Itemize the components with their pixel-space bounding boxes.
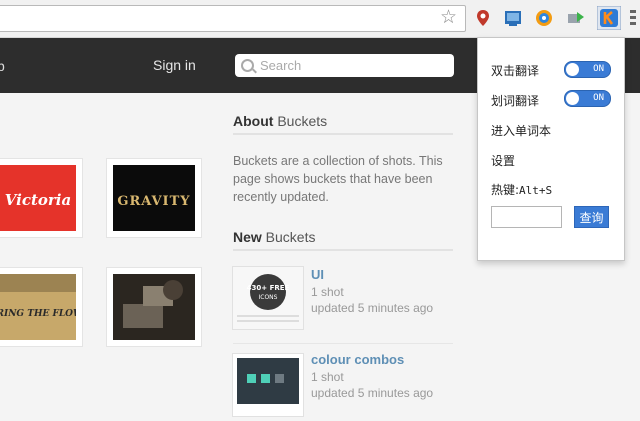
double-click-translate-label: 双击翻译 bbox=[491, 64, 540, 78]
ui-thumb-text: 430+ FREE bbox=[247, 284, 290, 292]
settings-link[interactable]: 设置 bbox=[491, 152, 515, 169]
about-description: Buckets are a collection of shots. This … bbox=[233, 154, 443, 204]
address-bar[interactable] bbox=[0, 5, 466, 32]
select-translate-toggle[interactable]: ON bbox=[564, 90, 611, 107]
hotkey-label: 热键: bbox=[491, 183, 520, 197]
word-query-input[interactable] bbox=[491, 206, 562, 228]
desk-photo-shot bbox=[113, 274, 195, 340]
bring-the-flow-shot: BRING THE FLOW bbox=[0, 274, 76, 340]
toggle-state: ON bbox=[593, 93, 604, 103]
ui-bucket-thumbnail: 430+ FREE ICONS bbox=[233, 267, 303, 329]
bucket-updated-colour-combos: updated 5 minutes ago bbox=[311, 386, 434, 400]
gravity-shot: GRAVITY bbox=[113, 165, 195, 231]
about-divider bbox=[233, 133, 453, 135]
shot-card-bring-the-flow[interactable]: BRING THE FLOW bbox=[0, 268, 82, 346]
colour-combos-thumbnail bbox=[233, 354, 303, 416]
new-buckets-divider bbox=[233, 249, 453, 251]
search-input[interactable]: Search bbox=[235, 54, 454, 77]
bring-the-flow-shot-text: BRING THE FLOW bbox=[0, 309, 76, 319]
double-click-translate-toggle[interactable]: ON bbox=[564, 61, 611, 78]
search-placeholder: Search bbox=[260, 58, 302, 73]
new-buckets-heading: New Buckets bbox=[233, 229, 316, 245]
gravity-shot-text: GRAVITY bbox=[117, 194, 190, 209]
translator-k-icon[interactable] bbox=[597, 6, 621, 30]
toggle-knob bbox=[566, 63, 579, 76]
select-translate-label: 划词翻译 bbox=[491, 94, 540, 108]
bucket-name-colour-combos[interactable]: colour combos bbox=[311, 352, 404, 367]
wordbook-link[interactable]: 进入单词本 bbox=[491, 122, 551, 139]
hotkey-info: 热键:Alt+S bbox=[491, 181, 552, 198]
toggle-state: ON bbox=[593, 64, 604, 74]
shot-card-desk-photo[interactable] bbox=[107, 268, 201, 346]
nav-link-partial[interactable]: p bbox=[0, 58, 5, 74]
victoria-shot: Victoria bbox=[0, 165, 76, 231]
map-pin-icon[interactable] bbox=[473, 8, 493, 28]
toggle-knob bbox=[566, 92, 579, 105]
bookmark-star-icon[interactable]: ☆ bbox=[440, 7, 457, 27]
bucket-updated-ui: updated 5 minutes ago bbox=[311, 301, 434, 315]
shot-card-gravity[interactable]: GRAVITY bbox=[107, 159, 201, 237]
ui-thumb-subtext: ICONS bbox=[259, 294, 278, 301]
about-buckets-heading: About Buckets bbox=[233, 113, 328, 129]
query-button[interactable]: 查询 bbox=[574, 206, 609, 228]
bucket-thumb-ui[interactable]: 430+ FREE ICONS bbox=[233, 267, 303, 329]
bucket-count-colour-combos: 1 shot bbox=[311, 370, 344, 384]
translator-popup: 双击翻译 ON 划词翻译 ON 进入单词本 设置 热键:Alt+S 查询 bbox=[477, 37, 625, 261]
forward-extension-icon[interactable] bbox=[566, 8, 586, 28]
sign-in-link[interactable]: Sign in bbox=[153, 57, 196, 73]
gear-extension-icon[interactable] bbox=[534, 8, 554, 28]
bucket-thumb-colour-combos[interactable] bbox=[233, 354, 303, 416]
shot-card-victoria[interactable]: Victoria bbox=[0, 159, 82, 237]
bucket-row-divider bbox=[233, 343, 453, 344]
browser-toolbar: ☆ bbox=[0, 0, 640, 38]
bucket-name-ui[interactable]: UI bbox=[311, 267, 324, 282]
bucket-count-ui: 1 shot bbox=[311, 285, 344, 299]
screen-capture-icon[interactable] bbox=[503, 8, 523, 28]
hotkey-value: Alt+S bbox=[519, 184, 553, 197]
search-icon bbox=[241, 59, 254, 72]
chrome-menu-icon[interactable] bbox=[630, 10, 636, 25]
victoria-shot-text: Victoria bbox=[5, 191, 71, 209]
